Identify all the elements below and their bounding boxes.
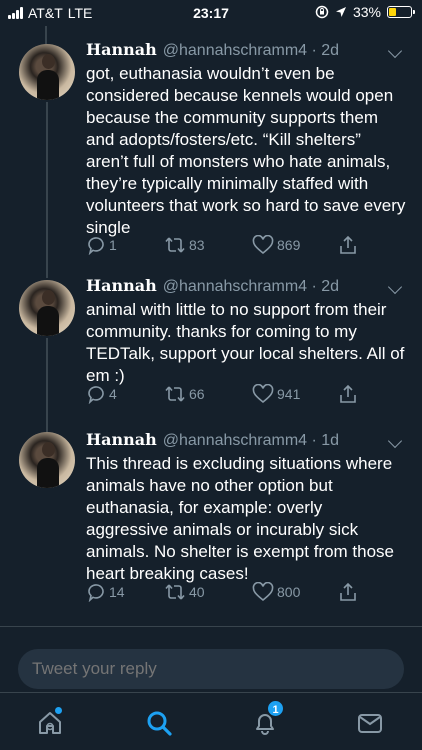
retweet-icon — [165, 237, 185, 253]
search-icon — [147, 711, 172, 736]
tweet[interactable]: Hannah @hannahschramm4 · 1d This thread … — [0, 420, 422, 622]
retweet-icon — [165, 584, 185, 600]
handle-timestamp: @hannahschramm4 · 2d — [162, 42, 340, 59]
avatar[interactable] — [19, 44, 75, 100]
heart-icon — [252, 384, 274, 404]
avatar[interactable] — [19, 432, 75, 488]
retweet-icon — [165, 386, 185, 402]
reply-button[interactable]: 4 — [86, 384, 117, 404]
retweet-count: 66 — [189, 386, 205, 402]
tweet-header: Hannah @hannahschramm4 · 1d — [86, 430, 339, 450]
share-button[interactable] — [338, 235, 358, 255]
display-name[interactable]: Hannah — [86, 40, 157, 59]
reply-count: 4 — [109, 386, 117, 402]
battery-percent: 33% — [352, 4, 381, 20]
new-content-dot — [55, 707, 62, 714]
location-icon — [335, 7, 346, 17]
chevron-down-icon[interactable] — [387, 279, 403, 295]
tab-home[interactable] — [36, 707, 64, 737]
reply-composer — [0, 626, 422, 692]
reply-input[interactable] — [18, 649, 404, 689]
handle-timestamp: @hannahschramm4 · 2d — [162, 278, 340, 295]
reply-icon — [88, 386, 104, 404]
tweet-header: Hannah @hannahschramm4 · 2d — [86, 276, 339, 296]
retweet-count: 83 — [189, 237, 205, 253]
thread-connector — [46, 102, 48, 278]
like-count: 869 — [277, 237, 301, 253]
handle-timestamp: @hannahschramm4 · 1d — [162, 432, 340, 449]
chevron-down-icon[interactable] — [387, 433, 403, 449]
reply-icon — [88, 584, 104, 602]
battery-icon — [387, 6, 415, 18]
tweet[interactable]: Hannah @hannahschramm4 · 2d got, euthana… — [0, 30, 422, 278]
reply-button[interactable]: 1 — [86, 235, 117, 255]
avatar[interactable] — [19, 280, 75, 336]
tweet-text: got, euthanasia wouldn’t even be conside… — [86, 64, 406, 237]
notifications-badge: 1 — [266, 699, 285, 718]
like-button[interactable]: 941 — [252, 384, 300, 404]
share-icon — [340, 384, 356, 403]
bottom-tab-bar: 1 — [0, 692, 422, 750]
share-button[interactable] — [338, 582, 358, 602]
reply-button[interactable]: 14 — [86, 582, 125, 602]
tab-messages[interactable] — [356, 709, 384, 737]
like-count: 941 — [277, 386, 301, 402]
tweet-header: Hannah @hannahschramm4 · 2d — [86, 40, 339, 60]
tweet[interactable]: Hannah @hannahschramm4 · 2d animal with … — [0, 266, 422, 442]
share-button[interactable] — [338, 384, 358, 404]
share-icon — [340, 582, 356, 601]
retweet-button[interactable]: 40 — [164, 582, 205, 602]
tweet-text: animal with little to no support from th… — [86, 300, 405, 385]
display-name[interactable]: Hannah — [86, 430, 157, 449]
like-button[interactable]: 800 — [252, 582, 300, 602]
chevron-down-icon[interactable] — [387, 43, 403, 59]
reply-count: 1 — [109, 237, 117, 253]
heart-icon — [252, 582, 274, 602]
tweet-text: This thread is excluding situations wher… — [86, 454, 395, 583]
messages-icon — [358, 714, 382, 733]
status-bar: AT&T LTE 23:17 33% — [0, 0, 422, 26]
heart-icon — [252, 235, 274, 255]
battery-fill — [389, 8, 396, 16]
like-count: 800 — [277, 584, 301, 600]
tab-search[interactable] — [145, 709, 173, 737]
status-icons: 33% — [315, 4, 415, 20]
tab-notifications[interactable]: 1 — [251, 699, 285, 737]
reply-count: 14 — [109, 584, 125, 600]
retweet-count: 40 — [189, 584, 205, 600]
display-name[interactable]: Hannah — [86, 276, 157, 295]
share-icon — [340, 235, 356, 254]
like-button[interactable]: 869 — [252, 235, 300, 255]
orientation-lock-icon — [315, 5, 329, 19]
retweet-button[interactable]: 83 — [164, 235, 205, 255]
retweet-button[interactable]: 66 — [164, 384, 205, 404]
reply-icon — [88, 237, 104, 255]
